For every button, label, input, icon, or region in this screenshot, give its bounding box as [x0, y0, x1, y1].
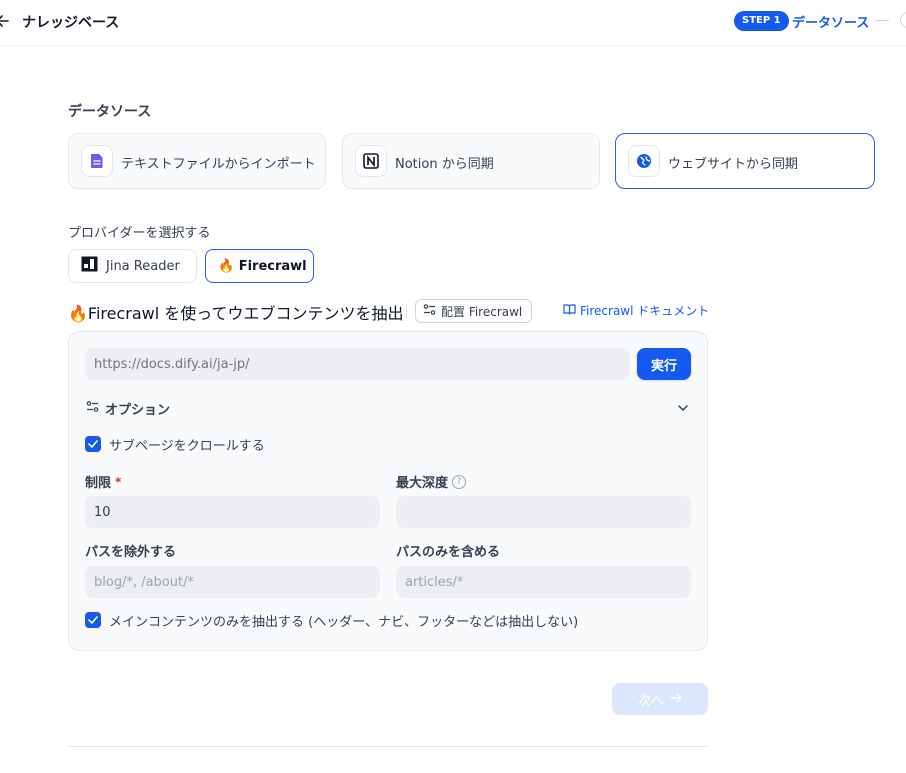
notion-icon — [355, 145, 387, 177]
chevron-down-icon[interactable] — [676, 401, 690, 415]
datasource-option-file[interactable]: テキストファイルからインポート — [68, 133, 326, 189]
next-button-label: 次へ — [637, 693, 664, 709]
options-label: オプション — [105, 403, 171, 418]
top-bar: ナレッジベース STEP 1 データソース — [0, 0, 906, 46]
next-step-indicator — [900, 12, 906, 28]
provider-label: 🔥 Firecrawl — [218, 258, 307, 274]
configure-firecrawl-label: 配置 Firecrawl — [441, 304, 523, 319]
datasource-option-website[interactable]: ウェブサイトから同期 — [615, 133, 875, 189]
include-paths-input[interactable]: articles/* — [396, 566, 691, 598]
main-content-only-label: メインコンテンツのみを抽出する (ヘッダー、ナビ、フッターなどは抽出しない) — [109, 615, 579, 630]
datasource-option-label: Notion から同期 — [395, 157, 494, 172]
configure-firecrawl-button[interactable]: 配置 Firecrawl — [415, 299, 533, 323]
required-mark: * — [115, 474, 122, 489]
step-badge: STEP 1 — [734, 11, 789, 31]
provider-jina-button[interactable]: Jina Reader — [68, 249, 197, 283]
options-toggle[interactable]: オプション — [86, 399, 170, 418]
help-circle-icon[interactable]: ? — [452, 474, 467, 489]
step-label: データソース — [792, 16, 870, 31]
crawl-subpages-label: サブページをクロールする — [109, 439, 265, 454]
book-open-icon — [563, 303, 576, 318]
include-paths-label: パスのみを含める — [396, 545, 501, 560]
jina-logo-icon — [81, 256, 98, 276]
firecrawl-docs-link[interactable]: Firecrawl ドキュメント — [563, 302, 709, 319]
crawl-subpages-checkbox[interactable] — [85, 436, 101, 452]
limit-label: 制限 * — [85, 472, 122, 492]
provider-label: Jina Reader — [106, 258, 180, 274]
run-button[interactable]: 実行 — [637, 348, 691, 380]
main-content-only-checkbox[interactable] — [85, 612, 101, 628]
limit-label-text: 制限 — [85, 476, 112, 491]
firecrawl-docs-label: Firecrawl ドキュメント — [580, 304, 710, 318]
url-input[interactable] — [85, 348, 629, 380]
check-icon — [88, 616, 98, 624]
crawler-heading: 🔥Firecrawl を使ってウエブコンテンツを抽出 — [68, 304, 404, 323]
max-depth-input[interactable] — [396, 496, 691, 528]
provider-title: プロバイダーを選択する — [68, 226, 211, 241]
check-icon — [88, 440, 98, 448]
exclude-paths-input[interactable]: blog/*, /about/* — [85, 566, 380, 598]
limit-input[interactable]: 10 — [85, 496, 380, 528]
settings-sliders-icon — [423, 303, 436, 319]
page-title: ナレッジベース — [22, 15, 120, 31]
exclude-paths-label: パスを除外する — [85, 545, 177, 560]
datasource-option-label: ウェブサイトから同期 — [668, 157, 799, 172]
provider-firecrawl-button[interactable]: 🔥 Firecrawl — [205, 249, 314, 283]
max-depth-label: 最大深度 ? — [396, 472, 467, 491]
arrow-left-icon[interactable] — [0, 12, 10, 30]
datasource-title: データソース — [68, 104, 152, 120]
file-text-icon — [81, 145, 113, 177]
step-divider — [875, 20, 889, 21]
next-button[interactable]: 次へ — [612, 683, 708, 715]
divider — [406, 303, 407, 319]
max-depth-label-text: 最大深度 — [396, 476, 449, 491]
globe-icon — [628, 145, 660, 177]
settings-sliders-icon — [86, 400, 99, 417]
arrow-right-icon — [670, 692, 682, 707]
divider — [68, 746, 708, 747]
datasource-option-label: テキストファイルからインポート — [121, 157, 316, 172]
datasource-option-notion[interactable]: Notion から同期 — [342, 133, 600, 189]
